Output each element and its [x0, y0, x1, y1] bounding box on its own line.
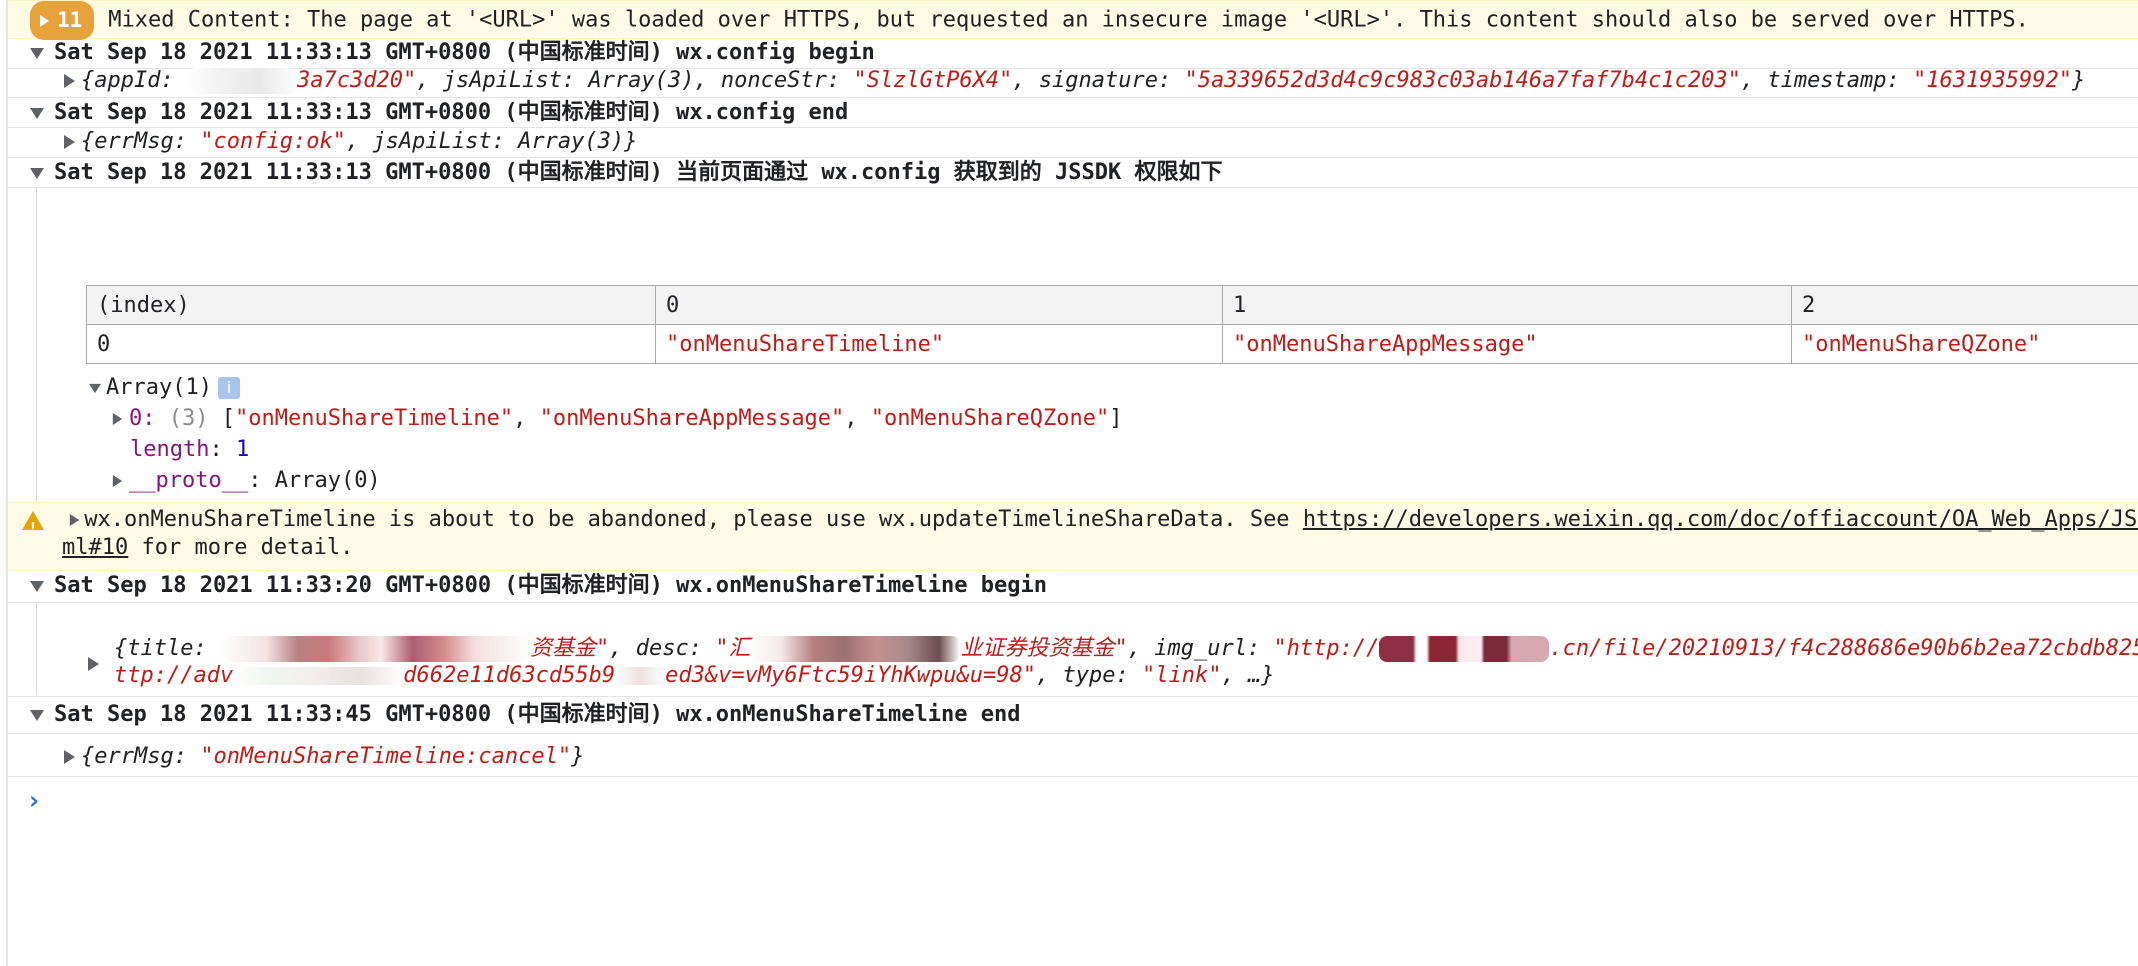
expand-triangle-icon	[40, 14, 49, 27]
array-length: length: 1	[130, 437, 250, 462]
redacted-blur	[750, 636, 961, 662]
table-header-row: (index) 0 1 2	[86, 285, 2138, 325]
warning-icon: !	[22, 510, 44, 536]
collapse-triangle-icon[interactable]	[30, 580, 44, 592]
mixed-content-warning[interactable]: 11 Mixed Content: The page at '<URL>' was…	[8, 0, 2138, 40]
table-header-cell[interactable]: (index)	[86, 285, 656, 325]
expand-triangle-icon[interactable]	[64, 750, 75, 764]
deprecation-warning[interactable]: ! wx.onMenuShareTimeline is about to be …	[8, 502, 2138, 571]
log-object-share-params[interactable]: {title: 资基金", desc: "汇 业证券投资基金", img_url:…	[8, 635, 2138, 691]
group-header-text: Sat Sep 18 2021 11:33:13 GMT+0800 (中国标准时…	[54, 160, 1223, 185]
group-header-config-end[interactable]: Sat Sep 18 2021 11:33:13 GMT+0800 (中国标准时…	[8, 98, 2138, 128]
redacted-blur	[1379, 636, 1550, 662]
group-header-share-begin[interactable]: Sat Sep 18 2021 11:33:20 GMT+0800 (中国标准时…	[8, 571, 2138, 601]
array-summary[interactable]: Array(1) i	[8, 373, 2138, 403]
table-header-cell[interactable]: 0	[655, 285, 1223, 325]
expand-triangle-icon[interactable]	[112, 413, 123, 425]
mixed-content-text: Mixed Content: The page at '<URL>' was l…	[108, 7, 2029, 33]
group-header-config-begin[interactable]: Sat Sep 18 2021 11:33:13 GMT+0800 (中国标准时…	[8, 38, 2138, 68]
collapse-triangle-icon[interactable]	[30, 107, 44, 119]
documentation-link-continued[interactable]: ml#10	[62, 535, 128, 560]
repeat-count-badge[interactable]: 11	[30, 1, 95, 40]
array-item-0[interactable]: 0: (3) ["onMenuShareTimeline", "onMenuSh…	[8, 404, 2138, 434]
table-cell: "onMenuShareTimeline"	[655, 324, 1223, 364]
table-cell: "onMenuShareQZone"	[1791, 324, 2138, 364]
prompt-chevron-icon[interactable]: ›	[26, 786, 42, 816]
console-table: (index) 0 1 2 0 "onMenuShareTimeline" "o…	[86, 285, 2138, 364]
redacted-blur	[219, 636, 530, 662]
expand-triangle-icon[interactable]	[88, 657, 99, 671]
redacted-blur	[233, 667, 404, 685]
collapse-triangle-icon[interactable]	[30, 47, 44, 59]
group-header-text: Sat Sep 18 2021 11:33:13 GMT+0800 (中国标准时…	[54, 40, 875, 65]
group-header-share-end[interactable]: Sat Sep 18 2021 11:33:45 GMT+0800 (中国标准时…	[8, 700, 2138, 730]
console-input[interactable]	[50, 780, 2110, 814]
group-header-text: Sat Sep 18 2021 11:33:20 GMT+0800 (中国标准时…	[54, 573, 1047, 598]
collapse-triangle-icon[interactable]	[30, 709, 44, 721]
info-icon[interactable]: i	[217, 377, 240, 399]
table-cell: "onMenuShareAppMessage"	[1222, 324, 1792, 364]
table-row: 0 "onMenuShareTimeline" "onMenuShareAppM…	[86, 324, 2138, 364]
collapse-triangle-icon[interactable]	[30, 167, 44, 179]
expand-triangle-icon[interactable]	[112, 475, 123, 487]
group-header-jssdk-permissions[interactable]: Sat Sep 18 2021 11:33:13 GMT+0800 (中国标准时…	[8, 158, 2138, 188]
group-header-text: Sat Sep 18 2021 11:33:13 GMT+0800 (中国标准时…	[54, 100, 849, 125]
log-object-config-result[interactable]: {errMsg: "config:ok", jsApiList: Array(3…	[8, 127, 2138, 157]
table-cell: 0	[86, 324, 656, 364]
expand-triangle-icon[interactable]	[64, 135, 75, 149]
table-header-cell[interactable]: 2	[1791, 285, 2138, 325]
redacted-blur	[615, 667, 666, 685]
expand-triangle-icon[interactable]	[70, 514, 80, 526]
log-object-config[interactable]: {appId: 3a7c3d20", jsApiList: Array(3), …	[8, 66, 2138, 96]
log-object-share-result[interactable]: {errMsg: "onMenuShareTimeline:cancel"}	[8, 742, 2138, 772]
array-proto[interactable]: __proto__: Array(0)	[8, 466, 2138, 496]
redacted-blur	[186, 68, 297, 94]
table-header-cell[interactable]: 1	[1222, 285, 1792, 325]
group-header-text: Sat Sep 18 2021 11:33:45 GMT+0800 (中国标准时…	[54, 702, 1021, 727]
documentation-link[interactable]: https://developers.weixin.qq.com/doc/off…	[1303, 507, 2138, 532]
collapse-triangle-icon[interactable]	[89, 383, 101, 393]
expand-triangle-icon[interactable]	[64, 74, 75, 88]
